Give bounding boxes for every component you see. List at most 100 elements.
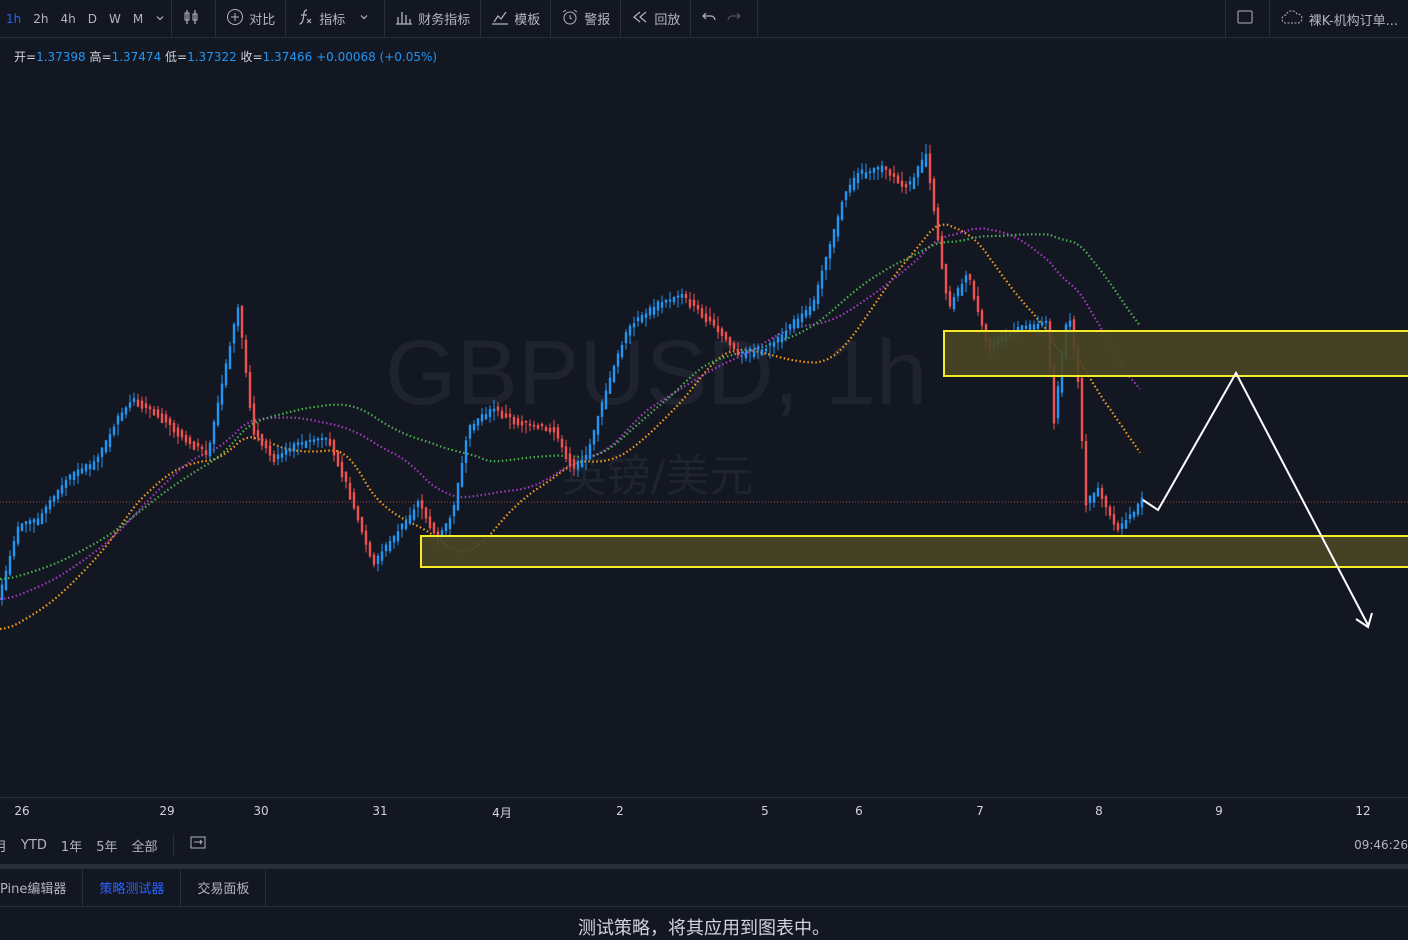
tab-strategy-tester[interactable]: 策略测试器: [83, 869, 182, 906]
candle-body: [780, 334, 784, 343]
candle-body: [1068, 320, 1072, 328]
tab-trading-panel[interactable]: 交易面板: [181, 869, 267, 906]
candle-body: [824, 256, 828, 271]
candle-body: [168, 418, 172, 425]
candle-body: [364, 530, 368, 545]
chevron-down-icon[interactable]: [359, 11, 374, 26]
plus-circle-icon: [226, 8, 249, 30]
candle-body: [620, 345, 624, 358]
candle-body: [376, 555, 380, 565]
candle-body: [120, 412, 124, 421]
candle-body: [404, 520, 408, 530]
candle-body: [872, 167, 876, 173]
candle-body: [544, 427, 548, 432]
time-axis[interactable]: 26 29 30 31 4月 2 5 6 7 8 9 12: [0, 797, 1408, 825]
candle-body: [504, 413, 508, 418]
range-all[interactable]: 全部: [124, 836, 164, 855]
alert-button[interactable]: 警报: [551, 0, 620, 38]
candle-body: [632, 323, 636, 328]
candle-body: [512, 416, 516, 425]
replay-label: 回放: [654, 13, 681, 28]
candle-body: [260, 434, 264, 446]
chart-type-button[interactable]: [172, 0, 215, 38]
timeframe-1h[interactable]: 1h: [0, 12, 27, 26]
toolbar-right: 裸K-机构订单...: [1224, 0, 1408, 38]
candle-body: [764, 348, 768, 352]
candle-body: [644, 313, 648, 318]
candle-body: [180, 430, 184, 438]
range-bar: 月 YTD 1年 5年 全部: [0, 826, 1408, 864]
range-month[interactable]: 月: [0, 836, 14, 855]
timeframe-4h[interactable]: 4h: [55, 12, 82, 26]
indicators-button[interactable]: 指标: [286, 0, 384, 38]
templates-button[interactable]: 模板: [481, 0, 550, 38]
candle-body: [416, 500, 420, 508]
candle-body: [300, 442, 304, 445]
candle-body: [900, 180, 904, 187]
candle-body: [80, 468, 84, 474]
indicators-label: 指标: [319, 13, 346, 28]
candle-body: [272, 453, 276, 463]
candle-body: [972, 280, 976, 300]
candle-body: [184, 434, 188, 443]
candle-body: [292, 443, 296, 452]
price-chart[interactable]: GBPUSD, 1h 英镑/美元: [0, 39, 1408, 797]
candle-body: [760, 349, 764, 356]
candle-body: [788, 324, 792, 329]
candle-body: [408, 515, 412, 524]
compare-button[interactable]: 对比: [216, 0, 285, 38]
replay-button[interactable]: 回放: [621, 0, 690, 38]
toolbar-divider: [757, 0, 759, 38]
candle-body: [1128, 514, 1132, 520]
candle-body: [164, 414, 168, 423]
layout-button[interactable]: 裸K-机构订单...: [1270, 0, 1408, 38]
candle-body: [472, 423, 476, 430]
candle-body: [268, 445, 272, 456]
candle-body: [36, 518, 40, 526]
timeframe-2h[interactable]: 2h: [27, 12, 54, 26]
candle-body: [460, 462, 464, 487]
candle-body: [820, 270, 824, 289]
redo-icon[interactable]: [724, 8, 747, 30]
arrowhead: [1355, 612, 1373, 629]
x-tick: 12: [1355, 804, 1371, 818]
timeframe-d[interactable]: D: [82, 12, 103, 26]
goto-date-icon[interactable]: [182, 835, 214, 855]
candle-body: [420, 500, 424, 509]
candle-body: [908, 181, 912, 185]
candle-body: [648, 307, 652, 316]
candle-body: [1120, 523, 1124, 529]
candle-body: [140, 400, 144, 409]
templates-label: 模板: [514, 13, 541, 28]
candle-body: [24, 521, 28, 525]
financials-button[interactable]: 财务指标: [385, 0, 480, 38]
resistance-zone[interactable]: [943, 330, 1408, 377]
candle-body: [932, 178, 936, 212]
chevron-down-icon[interactable]: [149, 12, 171, 26]
timeframe-m[interactable]: M: [127, 12, 149, 26]
candle-body: [952, 297, 956, 310]
candle-body: [488, 409, 492, 417]
candle-body: [692, 299, 696, 306]
timeframe-w[interactable]: W: [103, 12, 127, 26]
undo-button[interactable]: [691, 0, 757, 38]
candle-body: [380, 551, 384, 561]
candle-body: [44, 506, 48, 514]
candle-body: [428, 516, 432, 529]
candle-body: [1092, 492, 1096, 503]
range-ytd[interactable]: YTD: [14, 838, 54, 853]
candle-body: [72, 471, 76, 481]
candle-body: [528, 423, 532, 426]
range-1y[interactable]: 1年: [54, 836, 89, 855]
candle-body: [352, 492, 356, 509]
candle-body: [880, 165, 884, 173]
tab-pine-editor[interactable]: Pine编辑器: [0, 869, 84, 906]
projection-arrow[interactable]: [1142, 370, 1369, 626]
support-zone[interactable]: [420, 535, 1408, 568]
rewind-icon: [631, 8, 654, 30]
candle-body: [508, 413, 512, 418]
range-5y[interactable]: 5年: [89, 836, 124, 855]
clock[interactable]: 09:46:26: [1354, 838, 1408, 852]
candle-body: [1036, 323, 1040, 329]
fullscreen-button[interactable]: [1226, 0, 1269, 38]
